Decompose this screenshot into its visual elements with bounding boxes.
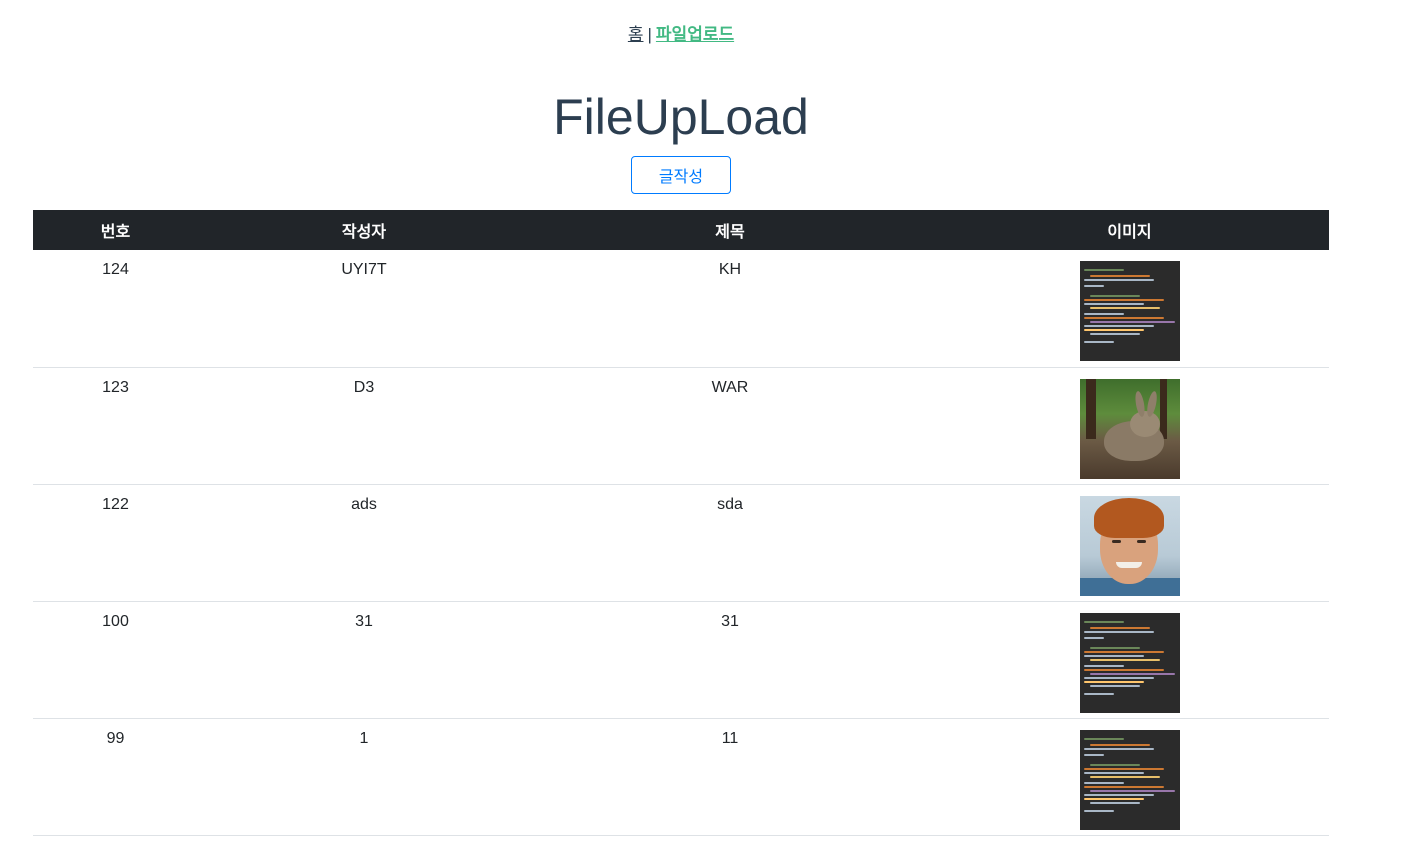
code-line (1089, 275, 1150, 277)
code-line (1083, 793, 1154, 796)
table-row[interactable]: 124 UYI7T KH (33, 250, 1329, 368)
code-line (1083, 747, 1154, 750)
code-line (1083, 785, 1164, 788)
tree-trunk (1159, 378, 1167, 439)
code-line (1083, 636, 1104, 639)
header-no: 번호 (100, 224, 131, 241)
code-line (1083, 771, 1144, 774)
man-portrait-thumbnail[interactable] (1079, 495, 1180, 596)
write-post-button[interactable]: 글작성 (631, 156, 731, 194)
code-line (1083, 620, 1124, 623)
cell-title[interactable]: sda (530, 484, 930, 602)
code-line (1083, 630, 1154, 633)
code-line (1083, 809, 1114, 812)
code-line (1083, 285, 1104, 287)
cell-author: D3 (198, 367, 530, 485)
table-row[interactable]: 123 D3 WAR (33, 367, 1329, 485)
portrait-hair (1093, 497, 1164, 538)
cell-image (930, 718, 1329, 836)
page-title: FileUpLoad (553, 89, 809, 145)
portrait-eye (1111, 539, 1121, 543)
header-title: 제목 (715, 224, 745, 241)
cell-no: 122 (33, 484, 198, 602)
code-line (1089, 763, 1140, 766)
code-line (1083, 668, 1164, 671)
rabbit-head (1129, 410, 1160, 437)
code-line (1083, 797, 1144, 800)
header-image: 이미지 (1107, 224, 1152, 241)
cell-title[interactable]: WAR (530, 367, 930, 485)
tree-trunk (1085, 378, 1096, 439)
cell-author: 31 (198, 601, 530, 719)
code-line (1089, 295, 1140, 297)
nav-upload-link[interactable]: 파일업로드 (656, 25, 734, 44)
file-board-table: 번호 작성자 제목 이미지 124 UYI7T KH 123 D3 WAR 12… (33, 210, 1329, 836)
code-line (1089, 743, 1150, 746)
cell-no: 124 (33, 250, 198, 368)
table-row[interactable]: 122 ads sda (33, 484, 1329, 602)
code-line (1083, 341, 1114, 343)
code-screenshot-thumbnail[interactable] (1079, 729, 1180, 830)
nav-home-link[interactable]: 홈 (628, 25, 644, 44)
cell-author: 1 (198, 718, 530, 836)
cell-title[interactable]: 11 (530, 718, 930, 836)
code-line (1083, 313, 1124, 315)
cell-author: ads (198, 484, 530, 602)
table-row[interactable]: 100 31 31 (33, 601, 1329, 719)
table-row[interactable]: 99 1 11 (33, 718, 1329, 836)
code-line (1083, 269, 1124, 271)
code-line (1083, 303, 1144, 305)
rabbit-photo-thumbnail[interactable] (1079, 378, 1180, 479)
code-screenshot-thumbnail[interactable] (1079, 612, 1180, 713)
top-nav: 홈 | 파일업로드 (0, 20, 1362, 45)
portrait-eye (1136, 539, 1146, 543)
code-line (1089, 801, 1140, 804)
code-line (1089, 646, 1140, 649)
code-line (1083, 753, 1104, 756)
code-screenshot-thumbnail[interactable] (1079, 261, 1180, 361)
code-line (1083, 767, 1164, 770)
code-line (1089, 626, 1150, 629)
code-line (1089, 321, 1175, 323)
code-line (1083, 317, 1164, 319)
code-line (1083, 654, 1144, 657)
code-line (1089, 307, 1160, 309)
code-line (1089, 775, 1160, 778)
code-line (1089, 333, 1140, 335)
code-line (1083, 650, 1164, 653)
code-line (1083, 676, 1154, 679)
cell-author: UYI7T (198, 250, 530, 368)
portrait-smile (1115, 561, 1142, 568)
cell-title[interactable]: 31 (530, 601, 930, 719)
code-line (1083, 680, 1144, 683)
code-line (1089, 684, 1140, 687)
header-author: 작성자 (341, 224, 387, 241)
code-line (1083, 325, 1154, 327)
code-line (1089, 789, 1175, 792)
code-line (1083, 279, 1154, 281)
cell-no: 100 (33, 601, 198, 719)
code-line (1083, 692, 1114, 695)
code-line (1083, 781, 1124, 784)
cell-image (930, 484, 1329, 602)
cell-no: 99 (33, 718, 198, 836)
code-line (1083, 737, 1124, 740)
code-line (1089, 672, 1175, 675)
code-line (1089, 658, 1160, 661)
code-line (1083, 664, 1124, 667)
cell-image (930, 250, 1329, 368)
code-line (1083, 329, 1144, 331)
code-line (1083, 299, 1164, 301)
cell-image (930, 367, 1329, 485)
table-header-row: 번호 작성자 제목 이미지 (33, 210, 1329, 250)
cell-no: 123 (33, 367, 198, 485)
rabbit-ear (1144, 389, 1159, 418)
nav-separator: | (647, 25, 652, 44)
cell-title[interactable]: KH (530, 250, 930, 368)
cell-image (930, 601, 1329, 719)
